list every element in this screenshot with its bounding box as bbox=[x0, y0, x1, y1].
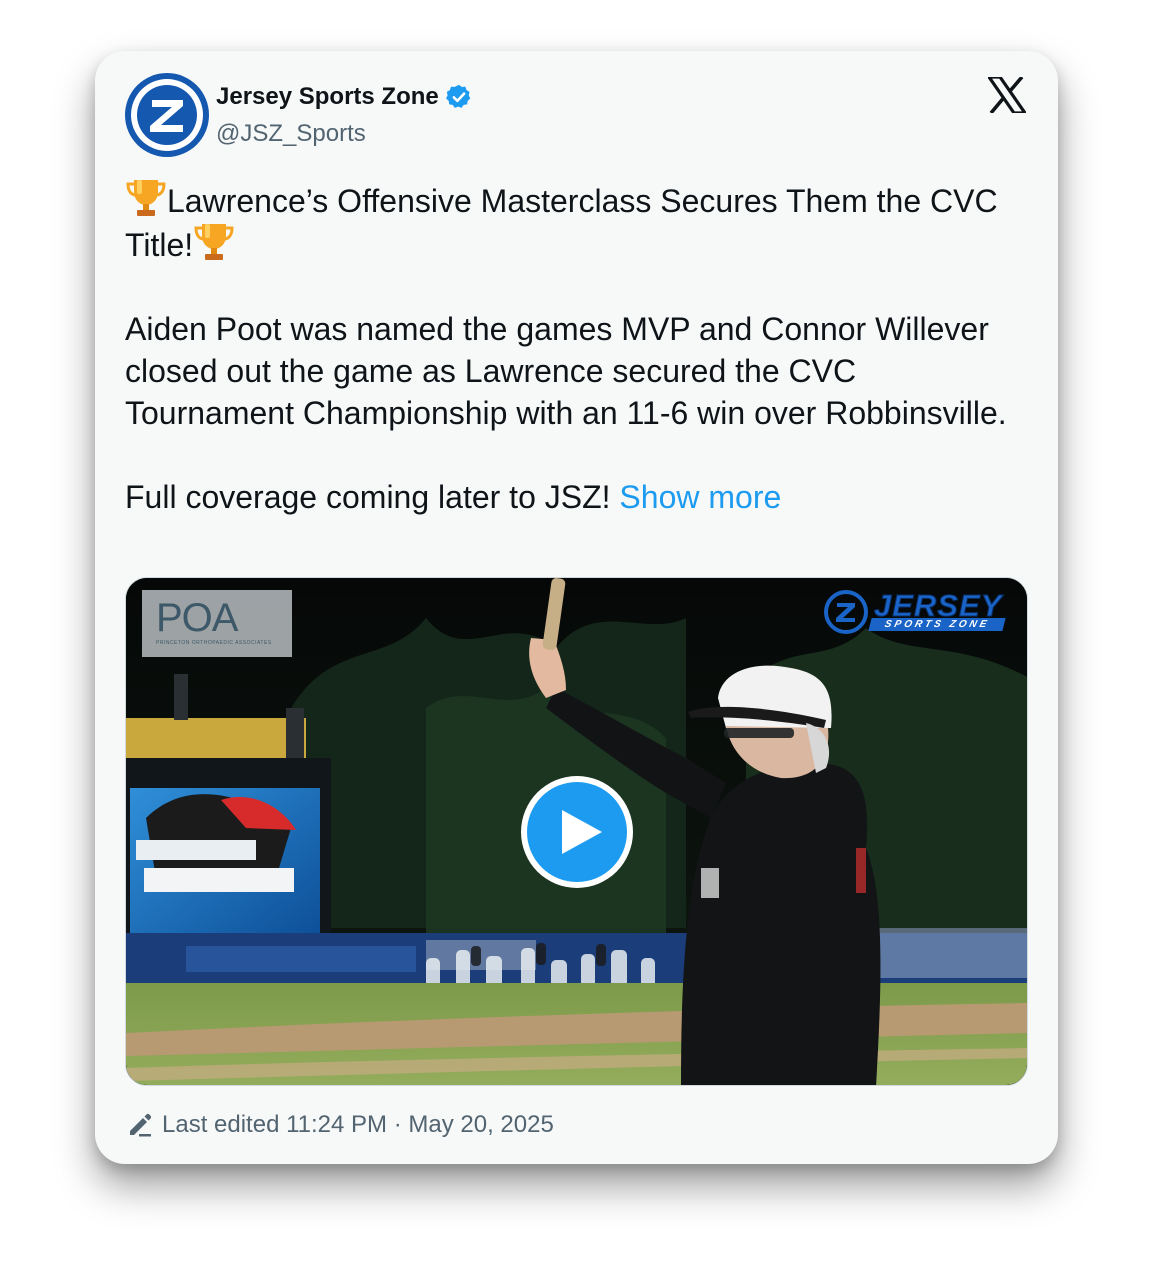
verified-badge-icon bbox=[445, 84, 471, 108]
x-logo-icon[interactable] bbox=[988, 77, 1026, 113]
jsz-watermark-z-icon bbox=[824, 590, 868, 634]
play-icon[interactable] bbox=[518, 773, 636, 891]
last-edited-timestamp[interactable]: Last edited 11:24 PM · May 20, 2025 bbox=[162, 1111, 554, 1139]
jsz-z-logo bbox=[125, 73, 209, 157]
author-display-name[interactable]: Jersey Sports Zone bbox=[216, 83, 439, 111]
video-player[interactable]: POA PRINCETON ORTHOPAEDIC ASSOCIATES JER… bbox=[125, 577, 1028, 1086]
pencil-icon bbox=[130, 1113, 152, 1137]
author-name-row: Jersey Sports Zone bbox=[216, 81, 473, 113]
author-avatar[interactable] bbox=[125, 73, 209, 157]
trophy-emoji bbox=[194, 224, 234, 260]
poa-watermark-subtitle: PRINCETON ORTHOPAEDIC ASSOCIATES bbox=[156, 640, 272, 646]
poa-watermark: POA PRINCETON ORTHOPAEDIC ASSOCIATES bbox=[142, 590, 292, 657]
closing-text: Full coverage coming later to JSZ! bbox=[125, 479, 611, 515]
tweet-paragraph: Aiden Poot was named the games MVP and C… bbox=[125, 311, 1007, 431]
tweet-closing-line: Full coverage coming later to JSZ! Show … bbox=[125, 476, 1025, 518]
show-more-link[interactable]: Show more bbox=[619, 479, 781, 515]
author-handle[interactable]: @JSZ_Sports bbox=[216, 120, 366, 148]
tweet-card: Jersey Sports Zone @JSZ_Sports Lawrence’… bbox=[95, 51, 1058, 1164]
poa-watermark-text: POA bbox=[156, 596, 238, 640]
headline-text: Lawrence’s Offensive Masterclass Secures… bbox=[125, 183, 998, 263]
tweet-footer: Last edited 11:24 PM · May 20, 2025 bbox=[127, 1108, 554, 1142]
tweet-text: Lawrence’s Offensive Masterclass Secures… bbox=[125, 178, 1025, 518]
tweet-headline: Lawrence’s Offensive Masterclass Secures… bbox=[125, 178, 1025, 266]
jsz-watermark: JERSEY SPORTS ZONE bbox=[824, 588, 1019, 636]
jsz-watermark-subtitle: SPORTS ZONE bbox=[868, 618, 1006, 631]
trophy-emoji bbox=[126, 180, 166, 216]
